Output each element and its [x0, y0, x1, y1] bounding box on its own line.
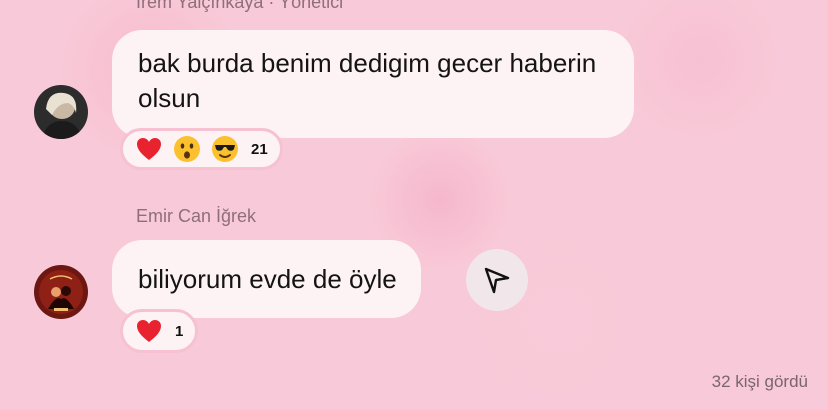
message-bubble[interactable]: biliyorum evde de öyle	[112, 240, 421, 318]
avatar[interactable]	[34, 265, 88, 319]
sender-name: Emir Can İğrek	[136, 206, 257, 226]
message-text-line: bak burda benim dedigim gecer haberin	[138, 48, 597, 78]
avatar[interactable]	[34, 85, 88, 139]
sender-name: İrem Yalçınkaya · Yönetici	[136, 0, 344, 12]
seen-count-text: 32 kişi gördü	[711, 372, 808, 391]
message-text: biliyorum evde de öyle	[138, 263, 397, 294]
send-icon	[484, 267, 510, 294]
heart-emoji-icon	[137, 320, 161, 342]
cool-emoji-icon	[212, 136, 238, 162]
heart-emoji-icon	[137, 138, 161, 160]
surprised-emoji-icon	[174, 136, 200, 162]
reactions-bar[interactable]: 21	[120, 128, 283, 170]
reaction-count: 21	[251, 140, 268, 158]
reaction-count: 1	[175, 322, 184, 340]
message-bubble[interactable]: bak burda benim dedigim gecer haberin ol…	[112, 30, 634, 138]
share-button[interactable]	[466, 249, 528, 311]
reactions-bar[interactable]: 1	[120, 309, 199, 353]
message-text-line: olsun	[138, 83, 201, 113]
